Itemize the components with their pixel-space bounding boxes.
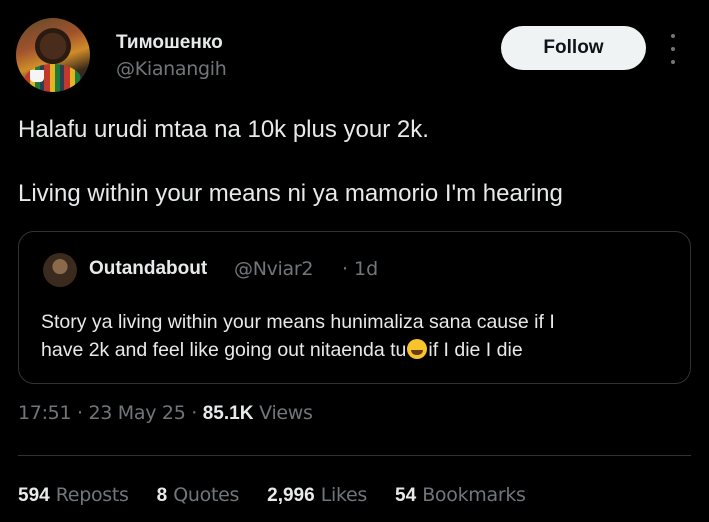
- more-options-icon[interactable]: [664, 34, 682, 64]
- quoted-line: have 2k and feel like going out nitaenda…: [41, 336, 681, 364]
- stat-likes[interactable]: 2,996 Likes: [267, 484, 367, 507]
- separator-dot: ·: [342, 258, 349, 280]
- stat-label: Reposts: [55, 484, 129, 506]
- quoted-author-name: Outandabout: [89, 258, 208, 279]
- author-avatar[interactable]: [16, 18, 90, 92]
- views-label: Views: [253, 402, 313, 424]
- stat-label: Bookmarks: [422, 484, 526, 506]
- engagement-stats: 594 Reposts 8 Quotes 2,996 Likes 54 Book…: [18, 484, 554, 507]
- dot: [671, 60, 675, 64]
- tweet-text: Halafu urudi mtaa na 10k plus your 2k. L…: [18, 114, 688, 210]
- divider: [18, 455, 691, 456]
- quoted-author-avatar: [43, 253, 77, 287]
- dot: [671, 47, 675, 51]
- separator: ·: [185, 402, 203, 424]
- quoted-line-part: if I die I die: [428, 339, 523, 361]
- tweet-line: Halafu urudi mtaa na 10k plus your 2k.: [18, 116, 429, 143]
- stat-number: 8: [156, 485, 168, 506]
- stat-label: Likes: [320, 484, 368, 506]
- quoted-tweet[interactable]: Outandabout @Nviar2 · 1d Story ya living…: [18, 231, 691, 384]
- stat-number: 594: [18, 485, 50, 506]
- tweet-header: Тимошенко @Kianangih Follow: [16, 18, 693, 94]
- post-date[interactable]: 23 May 25: [88, 402, 185, 424]
- quoted-line: Story ya living within your means hunima…: [41, 311, 555, 333]
- author-name[interactable]: Тимошенко: [116, 32, 223, 54]
- stat-quotes[interactable]: 8 Quotes: [157, 484, 240, 507]
- stat-bookmarks[interactable]: 54 Bookmarks: [395, 484, 526, 507]
- tweet-meta: 17:51 · 23 May 25 · 85.1K Views: [18, 402, 313, 425]
- post-time[interactable]: 17:51: [18, 402, 72, 424]
- quoted-line-part: have 2k and feel like going out nitaenda…: [41, 339, 407, 361]
- stat-number: 2,996: [267, 485, 315, 506]
- stat-reposts[interactable]: 594 Reposts: [18, 484, 129, 507]
- stat-label: Quotes: [173, 484, 240, 506]
- quoted-author-handle: @Nviar2: [234, 258, 314, 280]
- quoted-timestamp: 1d: [354, 258, 379, 280]
- separator: ·: [71, 402, 89, 424]
- quoted-text: Story ya living within your means hunima…: [41, 308, 681, 364]
- views-count: 85.1K: [202, 403, 254, 424]
- follow-button[interactable]: Follow: [501, 26, 646, 70]
- stat-number: 54: [395, 485, 417, 506]
- avatar-cup: [30, 70, 44, 82]
- dot: [671, 34, 675, 38]
- tweet-line: Living within your means ni ya mamorio I…: [18, 180, 563, 207]
- laughing-emoji-icon: [407, 339, 428, 359]
- author-handle[interactable]: @Kianangih: [116, 58, 227, 80]
